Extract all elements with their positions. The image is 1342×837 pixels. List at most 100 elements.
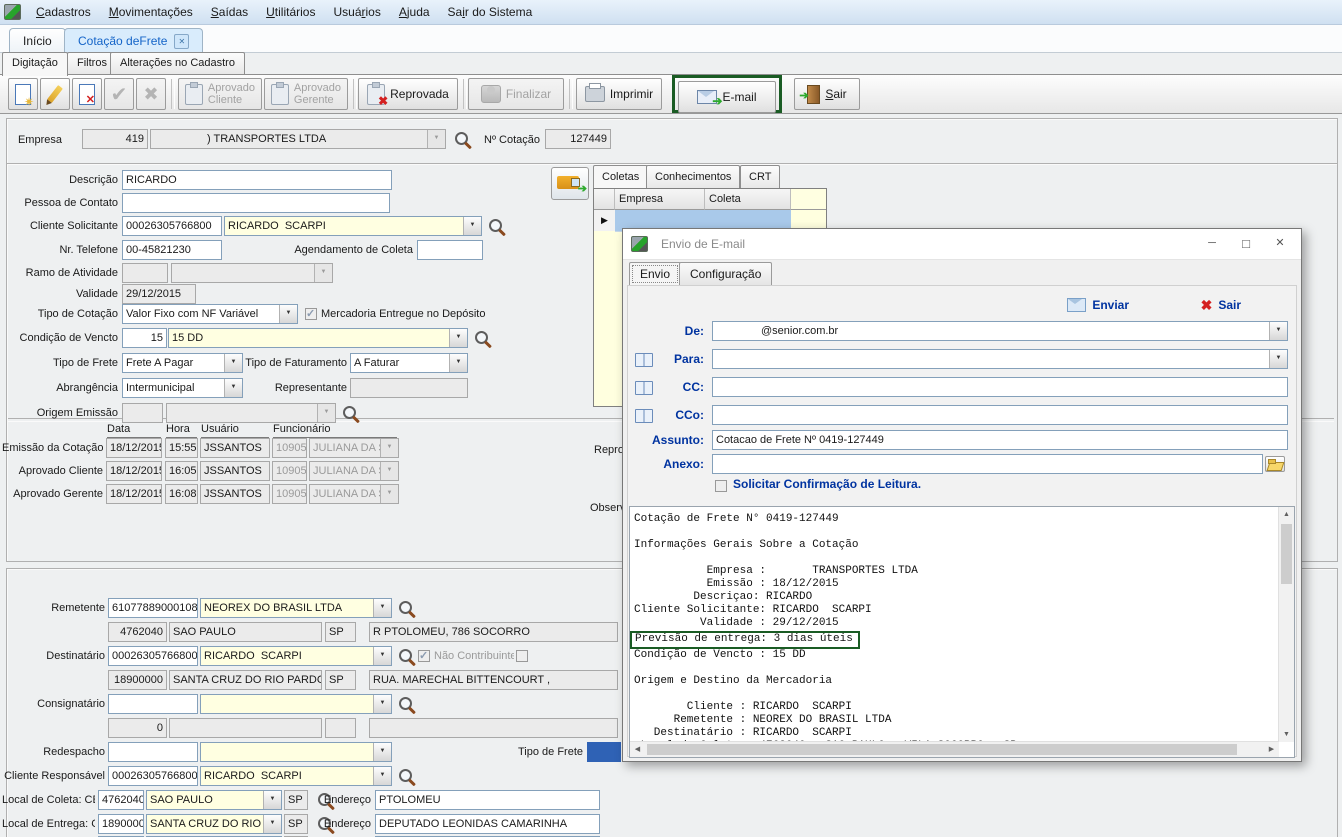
local-entrega-city-combo[interactable]: SANTA CRUZ DO RIO PARDO bbox=[146, 814, 282, 834]
consignatario-address-field[interactable] bbox=[369, 718, 618, 738]
origem-emissao-search-icon[interactable] bbox=[343, 406, 356, 419]
agendamento-field[interactable] bbox=[417, 240, 483, 260]
menu-cadastros[interactable]: Cadastros bbox=[27, 0, 100, 24]
chevron-down-icon[interactable] bbox=[463, 217, 481, 235]
local-entrega-cep-field[interactable]: 18900000 bbox=[98, 814, 144, 834]
dialog-tab-envio[interactable]: Envio bbox=[629, 262, 681, 286]
local-entrega-endereco-field[interactable]: DEPUTADO LEONIDAS CAMARINHA bbox=[375, 814, 600, 834]
vertical-scroll-thumb[interactable] bbox=[1281, 524, 1292, 584]
menu-movimentacoes[interactable]: Movimentações bbox=[100, 0, 202, 24]
finalizar-button[interactable]: Finalizar bbox=[468, 78, 564, 110]
edit-record-button[interactable] bbox=[40, 78, 70, 110]
email-body-memo[interactable]: Cotação de Frete N° 0419-127449 Informaç… bbox=[629, 506, 1295, 758]
remetente-address-field[interactable]: R PTOLOMEU, 786 SOCORRO bbox=[369, 622, 618, 642]
redespacho-code-field[interactable] bbox=[108, 742, 198, 762]
cco-field[interactable] bbox=[712, 405, 1288, 425]
dialog-sair-button[interactable]: Sair bbox=[1201, 295, 1241, 315]
redespacho-combo[interactable] bbox=[200, 742, 392, 762]
nao-contribuinte-checkbox[interactable] bbox=[418, 650, 430, 662]
remetente-code-field[interactable]: 61077889000108 bbox=[108, 598, 198, 618]
address-book-icon[interactable] bbox=[635, 353, 653, 367]
cc-field[interactable] bbox=[712, 377, 1288, 397]
chevron-down-icon[interactable] bbox=[279, 305, 297, 323]
assunto-field[interactable]: Cotacao de Frete Nº 0419-127449 bbox=[712, 430, 1288, 450]
consignatario-city-field[interactable] bbox=[169, 718, 322, 738]
chevron-down-icon[interactable] bbox=[263, 815, 281, 833]
chevron-down-icon[interactable] bbox=[314, 264, 332, 282]
scroll-right-icon[interactable] bbox=[1264, 742, 1279, 757]
confirmacao-leitura-checkbox[interactable] bbox=[715, 480, 727, 492]
destinatario-code-field[interactable]: 00026305766800 bbox=[108, 646, 198, 666]
validade-field[interactable]: 29/12/2015 bbox=[122, 284, 196, 304]
ramo-code-field[interactable] bbox=[122, 263, 168, 283]
confirm-button[interactable] bbox=[104, 78, 134, 110]
empresa-name-combo[interactable]: ) TRANSPORTES LTDA bbox=[150, 129, 446, 149]
aprovado-cliente-func-combo[interactable]: JULIANA DA SILVA S bbox=[309, 461, 399, 481]
chevron-down-icon[interactable] bbox=[373, 599, 391, 617]
remetente-city-field[interactable]: SAO PAULO bbox=[169, 622, 322, 642]
consignatario-code-field[interactable] bbox=[108, 694, 198, 714]
remetente-cep-field[interactable]: 4762040 bbox=[108, 622, 167, 642]
menu-ajuda[interactable]: Ajuda bbox=[390, 0, 439, 24]
emissao-usuario-field[interactable]: JSSANTOS bbox=[200, 438, 270, 458]
local-coleta-cep-field[interactable]: 4762040 bbox=[98, 790, 144, 810]
chevron-down-icon[interactable] bbox=[380, 462, 398, 480]
scroll-left-icon[interactable] bbox=[630, 742, 645, 757]
tab-coletas[interactable]: Coletas bbox=[593, 165, 648, 189]
cliente-solicitante-code-field[interactable]: 00026305766800 bbox=[122, 216, 222, 236]
chevron-down-icon[interactable] bbox=[373, 767, 391, 785]
cliente-solicitante-combo[interactable]: RICARDO SCARPI bbox=[224, 216, 482, 236]
tab-inicio[interactable]: Início bbox=[9, 28, 66, 53]
email-button[interactable]: E-mail bbox=[678, 81, 776, 113]
destinatario-uf-field[interactable]: SP bbox=[325, 670, 356, 690]
tab-alteracoes-no-cadastro[interactable]: Alterações no Cadastro bbox=[110, 52, 245, 75]
descricao-field[interactable]: RICARDO bbox=[122, 170, 392, 190]
minimize-icon[interactable] bbox=[1195, 229, 1229, 258]
chevron-down-icon[interactable] bbox=[427, 130, 445, 148]
dialog-title-bar[interactable]: Envio de E-mail bbox=[623, 229, 1301, 260]
chevron-down-icon[interactable] bbox=[380, 439, 398, 457]
scroll-up-icon[interactable] bbox=[1279, 507, 1294, 522]
menu-saidas[interactable]: Saídas bbox=[202, 0, 257, 24]
aprovado-gerente-func-combo[interactable]: JULIANA DA SILVA S bbox=[309, 484, 399, 504]
remetente-uf-field[interactable]: SP bbox=[325, 622, 356, 642]
condicao-vencto-combo[interactable]: 15 DD bbox=[168, 328, 468, 348]
aprovado-gerente-data-field[interactable]: 18/12/2015 bbox=[106, 484, 162, 504]
cliente-responsavel-combo[interactable]: RICARDO SCARPI bbox=[200, 766, 392, 786]
truck-button[interactable] bbox=[551, 167, 589, 200]
remetente-combo[interactable]: NEOREX DO BRASIL LTDA bbox=[200, 598, 392, 618]
remetente-search-icon[interactable] bbox=[399, 601, 412, 614]
tab-digitacao[interactable]: Digitação bbox=[2, 52, 68, 76]
aprovado-gerente-button[interactable]: AprovadoGerente bbox=[264, 78, 348, 110]
consignatario-uf-field[interactable] bbox=[325, 718, 356, 738]
destinatario-cep-field[interactable]: 18900000 bbox=[108, 670, 167, 690]
aprovado-cliente-button[interactable]: AprovadoCliente bbox=[178, 78, 262, 110]
address-book-icon[interactable] bbox=[635, 409, 653, 423]
tipo-faturamento-combo[interactable]: A Faturar bbox=[350, 353, 468, 373]
emissao-func-combo[interactable]: JULIANA DA SILVA S bbox=[309, 438, 399, 458]
aprovado-gerente-func-code-field[interactable]: 109059 bbox=[272, 484, 307, 504]
enviar-button[interactable]: Enviar bbox=[1067, 295, 1129, 315]
sair-button[interactable]: Sair bbox=[794, 78, 860, 110]
chevron-down-icon[interactable] bbox=[317, 404, 335, 422]
horizontal-scroll-thumb[interactable] bbox=[647, 744, 1237, 755]
local-coleta-endereco-field[interactable]: PTOLOMEU bbox=[375, 790, 600, 810]
origem-emissao-code-field[interactable] bbox=[122, 403, 163, 423]
partial-checkbox[interactable] bbox=[516, 650, 528, 662]
pessoa-contato-field[interactable] bbox=[122, 193, 390, 213]
close-icon[interactable] bbox=[1263, 229, 1297, 258]
maximize-icon[interactable] bbox=[1229, 229, 1263, 258]
tab-cotacao-de-frete[interactable]: Cotação deFrete bbox=[64, 28, 203, 53]
attach-folder-icon[interactable] bbox=[1265, 456, 1285, 472]
aprovado-cliente-usuario-field[interactable]: JSSANTOS bbox=[200, 461, 270, 481]
delete-record-button[interactable] bbox=[72, 78, 102, 110]
origem-emissao-combo[interactable] bbox=[166, 403, 336, 423]
chevron-down-icon[interactable] bbox=[263, 791, 281, 809]
tipo-frete-selected-combo[interactable] bbox=[587, 742, 621, 762]
emissao-data-field[interactable]: 18/12/2015 bbox=[106, 438, 162, 458]
tipo-frete-combo[interactable]: Frete A Pagar bbox=[122, 353, 243, 373]
aprovado-gerente-hora-field[interactable]: 16:08 bbox=[165, 484, 198, 504]
chevron-down-icon[interactable] bbox=[449, 329, 467, 347]
imprimir-button[interactable]: Imprimir bbox=[576, 78, 662, 110]
empresa-code-field[interactable]: 419 bbox=[82, 129, 148, 149]
